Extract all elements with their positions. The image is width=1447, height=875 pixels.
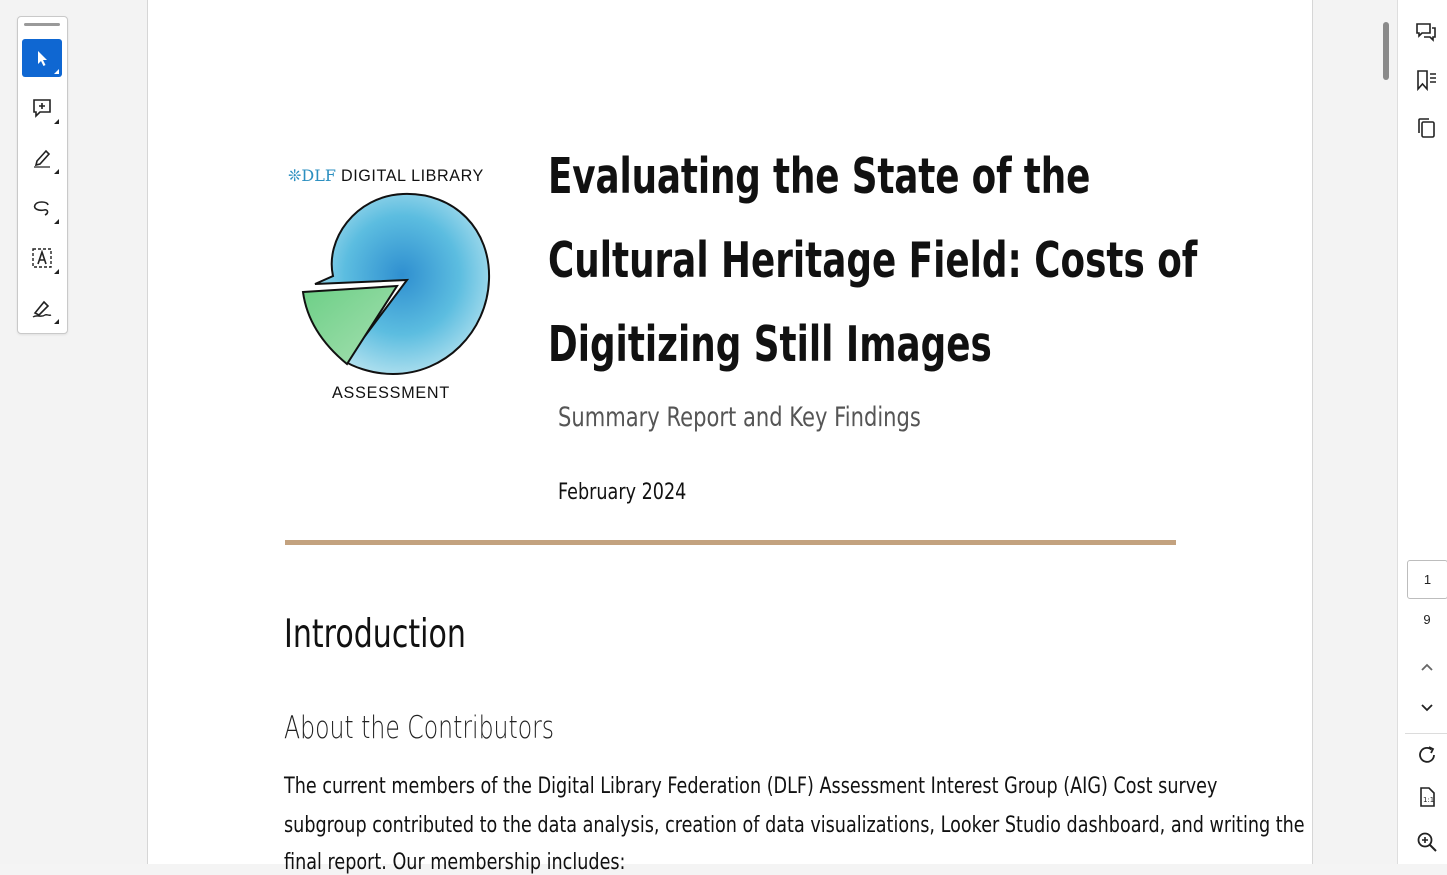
title-divider (285, 540, 1176, 545)
select-tool-button[interactable] (22, 39, 62, 77)
heading-introduction: Introduction (284, 612, 466, 657)
document-title-line-2: Cultural Heritage Field: Costs of (548, 232, 1198, 289)
draw-tool-button[interactable] (22, 189, 62, 227)
document-date: February 2024 (558, 480, 687, 505)
page-thumbnails-button[interactable] (1412, 114, 1440, 142)
logo-org-name: DIGITAL LIBRARY (341, 166, 484, 185)
chevron-down-icon (1421, 704, 1433, 712)
svg-text:1:1: 1:1 (1423, 796, 1434, 804)
annotation-toolbar (17, 16, 68, 334)
logo-caption: ASSESSMENT (332, 383, 450, 402)
vertical-scrollbar[interactable] (1379, 0, 1397, 864)
add-comment-tool-button[interactable] (22, 89, 62, 127)
comment-plus-icon (33, 99, 51, 118)
panel-divider (1405, 733, 1447, 734)
cursor-icon (38, 51, 47, 66)
zoom-in-button[interactable] (1413, 828, 1441, 856)
comments-icon (1416, 23, 1436, 42)
chevron-up-icon (1421, 663, 1433, 671)
bookmarks-icon (1417, 70, 1436, 92)
fit-page-icon: 1:1 (1420, 787, 1435, 807)
bookmarks-panel-button[interactable] (1412, 66, 1440, 94)
freehand-draw-icon (33, 201, 49, 216)
paragraph-line: final report. Our membership includes: (284, 850, 626, 875)
heading-about-contributors: About the Contributors (284, 710, 555, 746)
document-subtitle: Summary Report and Key Findings (558, 402, 921, 433)
document-title-line-1: Evaluating the State of the (548, 148, 1091, 205)
next-page-button[interactable] (1413, 694, 1441, 722)
previous-page-button[interactable] (1413, 653, 1441, 681)
rotate-icon (1419, 746, 1435, 763)
page-thumbnails-icon (1418, 118, 1435, 138)
total-pages: 9 (1423, 612, 1431, 627)
zoom-in-icon (1417, 832, 1437, 852)
fit-page-button[interactable]: 1:1 (1413, 783, 1441, 811)
dlf-assessment-logo (301, 192, 491, 376)
toolbar-drag-handle[interactable] (24, 23, 60, 26)
text-box-icon (32, 248, 52, 268)
pen-sign-icon (32, 300, 52, 318)
rotate-button[interactable] (1413, 741, 1441, 769)
scrollbar-thumb[interactable] (1383, 22, 1389, 80)
highlighter-icon (34, 149, 51, 168)
paragraph-line: The current members of the Digital Libra… (284, 774, 1218, 799)
text-box-tool-button[interactable] (22, 239, 62, 277)
paragraph-line: subgroup contributed to the data analysi… (284, 813, 1305, 838)
highlight-tool-button[interactable] (22, 139, 62, 177)
comments-panel-button[interactable] (1412, 18, 1440, 46)
logo-dlf-mark: ❊DLF (288, 166, 336, 185)
document-title-line-3: Digitizing Still Images (548, 316, 992, 373)
current-page-input[interactable]: 1 (1407, 560, 1447, 599)
sign-tool-button[interactable] (22, 289, 62, 327)
